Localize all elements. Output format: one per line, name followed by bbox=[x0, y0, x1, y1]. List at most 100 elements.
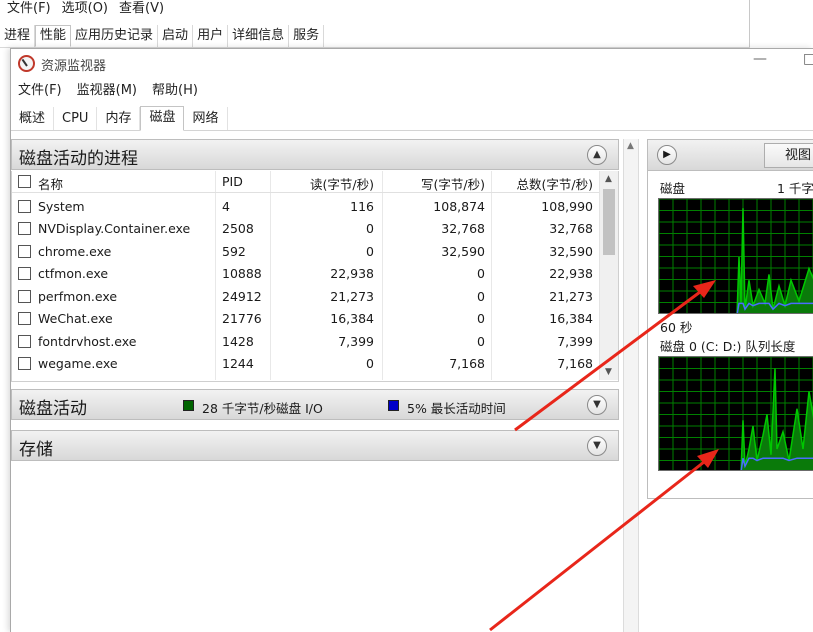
tm-tab-processes[interactable]: 进程 bbox=[0, 25, 36, 47]
row-checkbox[interactable] bbox=[18, 222, 31, 235]
graph-panel: ▶ 视图 磁盘 1 千字 60 秒 磁盘 0 (C: D:) 队列长度 bbox=[647, 139, 813, 499]
tm-tab-users[interactable]: 用户 bbox=[193, 25, 229, 47]
process-pid: 1244 bbox=[222, 356, 254, 371]
select-all-checkbox[interactable] bbox=[18, 175, 31, 188]
scroll-thumb[interactable] bbox=[603, 189, 615, 255]
row-checkbox[interactable] bbox=[18, 312, 31, 325]
graph2-title: 磁盘 0 (C: D:) 队列长度 bbox=[660, 339, 796, 354]
tm-tab-app-history[interactable]: 应用历史记录 bbox=[71, 25, 159, 47]
expand-chevron-down-icon[interactable]: ▼ bbox=[587, 395, 607, 415]
process-read: 7,399 bbox=[338, 334, 374, 349]
process-total: 21,273 bbox=[549, 289, 593, 304]
process-name: chrome.exe bbox=[38, 244, 112, 259]
tab-overview[interactable]: 概述 bbox=[11, 107, 55, 130]
row-checkbox[interactable] bbox=[18, 290, 31, 303]
scroll-up-icon[interactable]: ▲ bbox=[605, 174, 612, 184]
table-row[interactable]: WeChat.exe 21776 16,384 0 16,384 bbox=[12, 308, 600, 330]
window-title: 资源监视器 bbox=[41, 59, 107, 74]
tm-tab-services[interactable]: 服务 bbox=[289, 25, 325, 47]
process-pid: 592 bbox=[222, 244, 246, 259]
process-total: 32,590 bbox=[549, 244, 593, 259]
process-pid: 21776 bbox=[222, 311, 262, 326]
table-row[interactable]: ctfmon.exe 10888 22,938 0 22,938 bbox=[12, 263, 600, 285]
process-total: 16,384 bbox=[549, 311, 593, 326]
active-time-legend-swatch bbox=[388, 400, 399, 411]
table-row[interactable]: perfmon.exe 24912 21,273 0 21,273 bbox=[12, 286, 600, 308]
tm-tab-details[interactable]: 详细信息 bbox=[228, 25, 290, 47]
process-read: 0 bbox=[366, 244, 374, 259]
processes-section-title: 磁盘活动的进程 bbox=[19, 149, 138, 169]
title-bar[interactable]: 资源监视器 — □ bbox=[11, 49, 813, 79]
process-pid: 2508 bbox=[222, 221, 254, 236]
expand-chevron-down-icon[interactable]: ▼ bbox=[587, 436, 607, 456]
process-name: fontdrvhost.exe bbox=[38, 334, 137, 349]
row-checkbox[interactable] bbox=[18, 357, 31, 370]
processes-section-header[interactable]: 磁盘活动的进程 ▲ bbox=[11, 139, 619, 170]
minimize-button[interactable]: — bbox=[753, 51, 767, 67]
task-manager-menubar: 文件(F) 选项(O) 查看(V) bbox=[0, 0, 168, 20]
process-table: 名称 PID 读(字节/秒) 写(字节/秒) 总数(字节/秒) System 4… bbox=[11, 171, 619, 382]
collapse-panel-chevron-right-icon[interactable]: ▶ bbox=[657, 145, 677, 165]
view-button[interactable]: 视图 bbox=[764, 143, 813, 168]
tm-menu-view[interactable]: 查看(V) bbox=[112, 0, 168, 20]
process-write: 0 bbox=[477, 311, 485, 326]
panel-splitter-scrollbar[interactable]: ▲ bbox=[623, 139, 639, 632]
tab-disk[interactable]: 磁盘 bbox=[140, 106, 185, 131]
process-write: 32,590 bbox=[441, 244, 485, 259]
table-scrollbar[interactable]: ▲ ▼ bbox=[599, 171, 618, 380]
column-header-read[interactable]: 读(字节/秒) bbox=[310, 174, 374, 193]
process-name: ctfmon.exe bbox=[38, 266, 109, 281]
process-read: 0 bbox=[366, 356, 374, 371]
row-checkbox[interactable] bbox=[18, 267, 31, 280]
table-row[interactable]: System 4 116 108,874 108,990 bbox=[12, 196, 600, 218]
tm-menu-file[interactable]: 文件(F) bbox=[0, 0, 55, 20]
column-header-name[interactable]: 名称 bbox=[38, 174, 63, 193]
table-header-row: 名称 PID 读(字节/秒) 写(字节/秒) 总数(字节/秒) bbox=[12, 171, 600, 193]
menu-help[interactable]: 帮助(H) bbox=[145, 81, 206, 101]
tm-tab-performance[interactable]: 性能 bbox=[35, 25, 72, 47]
activity-area bbox=[736, 208, 813, 313]
table-row[interactable]: chrome.exe 592 0 32,590 32,590 bbox=[12, 241, 600, 263]
table-row[interactable]: wegame.exe 1244 0 7,168 7,168 bbox=[12, 353, 600, 375]
storage-section-title: 存储 bbox=[19, 440, 53, 460]
column-header-total[interactable]: 总数(字节/秒) bbox=[517, 174, 593, 193]
graph1-scale: 1 千字 bbox=[777, 181, 813, 196]
tm-tab-startup[interactable]: 启动 bbox=[158, 25, 194, 47]
resource-monitor-icon bbox=[18, 55, 35, 72]
row-checkbox[interactable] bbox=[18, 200, 31, 213]
process-read: 22,938 bbox=[330, 266, 374, 281]
disk-graph bbox=[658, 198, 813, 314]
process-name: WeChat.exe bbox=[38, 311, 113, 326]
task-manager-tabs: 进程 性能 应用历史记录 启动 用户 详细信息 服务 bbox=[0, 25, 750, 48]
tab-network[interactable]: 网络 bbox=[184, 107, 228, 130]
tab-cpu[interactable]: CPU bbox=[54, 107, 98, 130]
process-total: 7,399 bbox=[557, 334, 593, 349]
column-header-pid[interactable]: PID bbox=[222, 174, 243, 189]
column-header-write[interactable]: 写(字节/秒) bbox=[421, 174, 485, 193]
collapse-chevron-up-icon[interactable]: ▲ bbox=[587, 145, 607, 165]
menu-file[interactable]: 文件(F) bbox=[11, 81, 70, 101]
process-total: 22,938 bbox=[549, 266, 593, 281]
row-checkbox[interactable] bbox=[18, 245, 31, 258]
left-panel: 磁盘活动的进程 ▲ 名称 PID 读(字节/秒) 写(字节/秒) 总数(字节/秒… bbox=[11, 139, 619, 632]
process-read: 116 bbox=[350, 199, 374, 214]
process-name: wegame.exe bbox=[38, 356, 118, 371]
scroll-down-icon[interactable]: ▼ bbox=[605, 367, 612, 377]
scroll-up-icon[interactable]: ▲ bbox=[627, 141, 634, 151]
graph-panel-header: ▶ 视图 bbox=[648, 140, 813, 171]
row-checkbox[interactable] bbox=[18, 335, 31, 348]
menu-monitor[interactable]: 监视器(M) bbox=[70, 81, 145, 101]
disk-graph-svg bbox=[659, 199, 813, 313]
table-row[interactable]: fontdrvhost.exe 1428 7,399 0 7,399 bbox=[12, 331, 600, 353]
storage-section-header[interactable]: 存储 ▼ bbox=[11, 430, 619, 461]
tm-menu-options[interactable]: 选项(O) bbox=[55, 0, 112, 20]
process-total: 32,768 bbox=[549, 221, 593, 236]
maximize-button[interactable]: □ bbox=[803, 51, 813, 67]
activity-area bbox=[740, 368, 813, 470]
active-time-legend-label: 5% 最长活动时间 bbox=[407, 401, 506, 416]
table-row[interactable]: NVDisplay.Container.exe 2508 0 32,768 32… bbox=[12, 218, 600, 240]
disk-activity-section-header[interactable]: 磁盘活动 28 千字节/秒磁盘 I/O 5% 最长活动时间 ▼ bbox=[11, 389, 619, 420]
tab-memory[interactable]: 内存 bbox=[97, 107, 141, 130]
graph1-time-label: 60 秒 bbox=[660, 320, 693, 335]
process-write: 0 bbox=[477, 266, 485, 281]
